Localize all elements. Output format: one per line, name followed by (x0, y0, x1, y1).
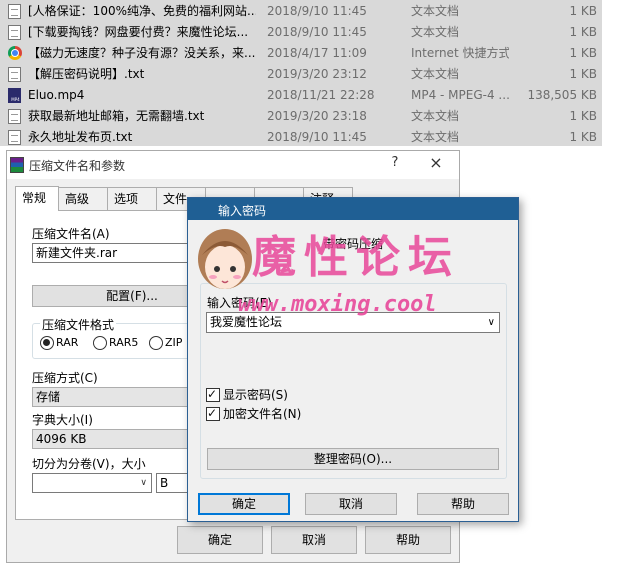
tab-options[interactable]: 选项 (107, 187, 157, 211)
file-name: 获取最新地址邮箱，无需翻墙.txt (28, 109, 205, 123)
file-type: 文本文档 (411, 67, 460, 81)
file-row[interactable]: [人格保证：100%纯净、免费的福利网站... 2018/9/10 11:45 文本… (0, 1, 602, 22)
file-type: 文本文档 (411, 109, 460, 123)
text-file-icon (8, 25, 21, 40)
tab-general[interactable]: 常规 (15, 186, 59, 211)
password-heading: 带密码压缩 (322, 237, 383, 251)
file-name: [下载要掏钱？网盘要付费？来魔性论坛... (28, 25, 249, 39)
archive-dialog-titlebar[interactable]: 压缩文件名和参数 ? × (7, 151, 459, 179)
archive-ok-button[interactable]: 确定 (177, 526, 263, 554)
chrome-shortcut-icon (8, 46, 22, 60)
file-name: 【解压密码说明】.txt (28, 67, 145, 81)
split-volume-label: 切分为分卷(V)，大小 (32, 457, 146, 471)
file-size: 1 KB (569, 46, 597, 60)
text-file-icon (8, 4, 21, 19)
password-input[interactable]: 我爱魔性论坛 ∨ (206, 312, 500, 333)
video-file-icon (8, 88, 21, 103)
file-size: 1 KB (569, 4, 597, 18)
file-date: 2018/9/10 11:45 (267, 4, 367, 18)
file-date: 2018/4/17 11:09 (267, 46, 367, 60)
file-name: Eluo.mp4 (28, 88, 85, 102)
file-date: 2018/9/10 11:45 (267, 130, 367, 144)
enter-password-label: 输入密码(E) (207, 296, 272, 310)
file-type: 文本文档 (411, 4, 460, 18)
file-row[interactable]: 获取最新地址邮箱，无需翻墙.txt 2019/3/20 23:18 文本文档 1 KB (0, 106, 602, 127)
archive-name-label: 压缩文件名(A) (32, 227, 110, 241)
password-dialog-titlebar[interactable]: 输入密码 (188, 198, 518, 220)
archive-dialog-title: 压缩文件名和参数 (29, 159, 126, 173)
password-help-button[interactable]: 帮助 (417, 493, 509, 515)
organize-passwords-button[interactable]: 整理密码(O)... (207, 448, 499, 470)
archive-cancel-button[interactable]: 取消 (271, 526, 357, 554)
winrar-icon (10, 157, 24, 173)
text-file-icon (8, 109, 21, 124)
tab-advanced[interactable]: 高级 (58, 187, 108, 211)
split-unit-value: B (160, 476, 169, 490)
password-dialog: 输入密码 带密码压缩 输入密码(E) 我爱魔性论坛 ∨ 显示密码(S) 加密文件… (187, 197, 519, 522)
split-size-select[interactable]: ∨ (32, 473, 152, 493)
file-date: 2019/3/20 23:18 (267, 109, 367, 123)
format-zip-radio[interactable]: ZIP (149, 336, 182, 350)
file-type: Internet 快捷方式 (411, 46, 509, 60)
file-row[interactable]: 【解压密码说明】.txt 2019/3/20 23:12 文本文档 1 KB (0, 64, 602, 85)
text-file-icon (8, 130, 21, 145)
format-rar5-radio[interactable]: RAR5 (93, 336, 138, 350)
password-cancel-button[interactable]: 取消 (305, 493, 397, 515)
file-date: 2019/3/20 23:12 (267, 67, 367, 81)
format-rar-radio[interactable]: RAR (40, 336, 78, 350)
chevron-down-icon: ∨ (140, 478, 147, 488)
file-size: 1 KB (569, 130, 597, 144)
file-list: [人格保证：100%纯净、免费的福利网站... 2018/9/10 11:45 文本… (0, 0, 602, 146)
chevron-down-icon[interactable]: ∨ (488, 313, 495, 332)
file-row[interactable]: 永久地址发布页.txt 2018/9/10 11:45 文本文档 1 KB (0, 127, 602, 148)
file-type: 文本文档 (411, 25, 460, 39)
archive-help-button[interactable]: 帮助 (365, 526, 451, 554)
file-name: [人格保证：100%纯净、免费的福利网站... (28, 4, 256, 18)
file-type: 文本文档 (411, 130, 460, 144)
file-size: 1 KB (569, 109, 597, 123)
close-icon[interactable]: × (426, 153, 446, 172)
show-password-checkbox[interactable]: 显示密码(S) (206, 387, 288, 402)
dict-size-value: 4096 KB (36, 432, 87, 446)
file-date: 2018/11/21 22:28 (267, 88, 375, 102)
text-file-icon (8, 67, 21, 82)
file-name: 永久地址发布页.txt (28, 130, 133, 144)
password-value: 我爱魔性论坛 (210, 315, 283, 329)
file-size: 138,505 KB (527, 88, 597, 102)
file-row[interactable]: [下载要掏钱？网盘要付费？来魔性论坛... 2018/9/10 11:45 文本文档… (0, 22, 602, 43)
password-dialog-title: 输入密码 (218, 204, 267, 218)
dict-size-label: 字典大小(I) (32, 413, 93, 427)
file-size: 1 KB (569, 67, 597, 81)
format-label: 压缩文件格式 (40, 316, 117, 333)
file-name: 【磁力无速度？种子没有源？没关系，来... (28, 46, 256, 60)
password-ok-button[interactable]: 确定 (198, 493, 290, 515)
help-icon[interactable]: ? (388, 155, 402, 170)
file-date: 2018/9/10 11:45 (267, 25, 367, 39)
file-size: 1 KB (569, 25, 597, 39)
file-row[interactable]: 【磁力无速度？种子没有源？没关系，来... 2018/4/17 11:09 Inte… (0, 43, 602, 64)
method-value: 存储 (36, 390, 61, 404)
file-row[interactable]: Eluo.mp4 2018/11/21 22:28 MP4 - MPEG-4 ...… (0, 85, 602, 106)
file-type: MP4 - MPEG-4 ... (411, 88, 509, 102)
encrypt-filenames-checkbox[interactable]: 加密文件名(N) (206, 406, 301, 421)
method-label: 压缩方式(C) (32, 371, 98, 385)
